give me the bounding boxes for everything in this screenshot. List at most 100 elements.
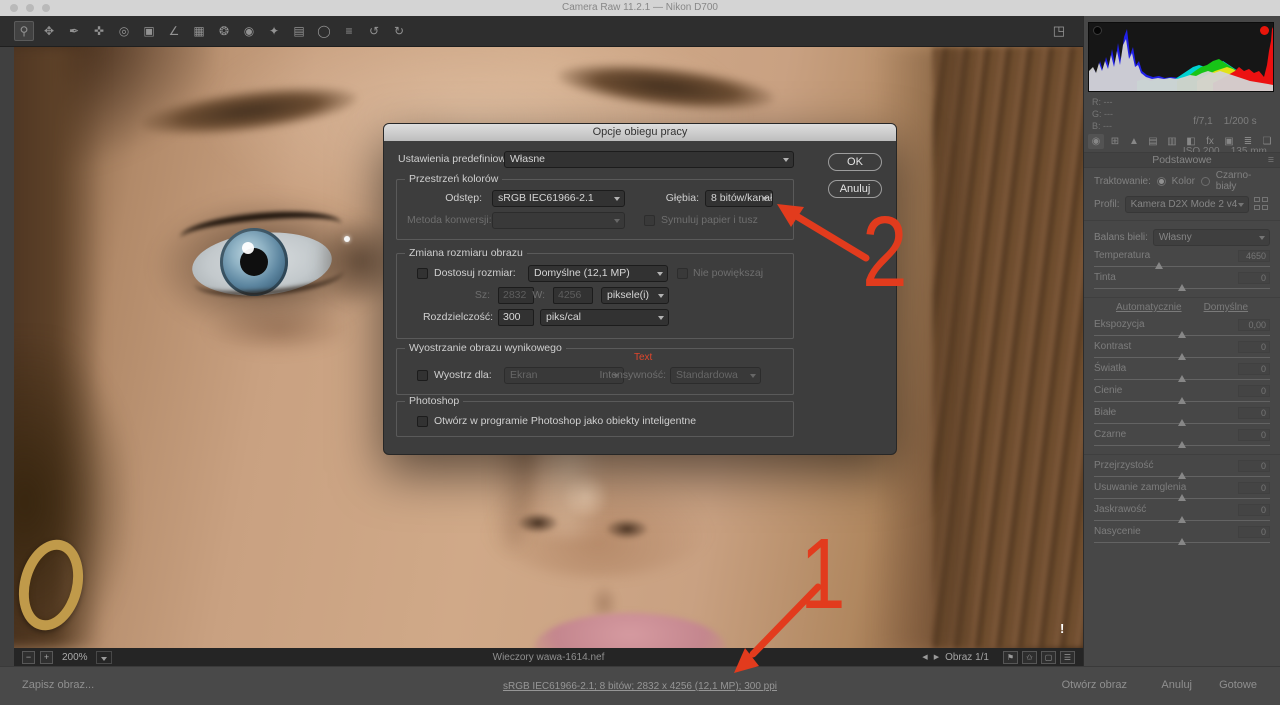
zoom-tool-icon[interactable]: ⚲: [14, 21, 34, 41]
histogram[interactable]: [1088, 22, 1274, 92]
fit-checkbox[interactable]: [417, 268, 428, 279]
transform-tool-icon[interactable]: ▦: [189, 21, 209, 41]
tab-calibration[interactable]: ▣: [1221, 134, 1237, 149]
cancel-button[interactable]: Anuluj: [1161, 679, 1192, 691]
minimize-window-icon[interactable]: [26, 4, 34, 12]
zoom-out-button[interactable]: −: [22, 651, 35, 664]
tab-detail[interactable]: ▲: [1126, 134, 1142, 149]
panel-menu-icon[interactable]: ≡: [1268, 153, 1274, 168]
slider-thumb[interactable]: [1178, 441, 1186, 448]
slider-value[interactable]: 0: [1238, 526, 1270, 538]
profile-dropdown[interactable]: Kamera D2X Mode 2 v4: [1125, 196, 1249, 213]
hand-tool-icon[interactable]: ✥: [39, 21, 59, 41]
slider-value[interactable]: 0: [1238, 504, 1270, 516]
tab-tone-curve[interactable]: ⊞: [1107, 134, 1123, 149]
slider-track[interactable]: [1094, 284, 1270, 293]
radial-filter-tool-icon[interactable]: ◯: [314, 21, 334, 41]
fit-dropdown[interactable]: Domyślne (12,1 MP): [528, 265, 668, 282]
workflow-options-link[interactable]: sRGB IEC61966-2.1; 8 bitów; 2832 x 4256 …: [503, 681, 777, 692]
slider-value[interactable]: 0: [1238, 482, 1270, 494]
resolution-field[interactable]: 300: [498, 309, 534, 326]
highlight-clipping-icon[interactable]: [1260, 26, 1269, 35]
mark-image-icon[interactable]: ⚑: [1003, 651, 1018, 664]
slider-thumb[interactable]: [1178, 331, 1186, 338]
slider-track[interactable]: [1094, 516, 1270, 525]
zoom-level-dropdown[interactable]: [96, 651, 112, 664]
slider-track[interactable]: [1094, 331, 1270, 340]
treatment-bw-label[interactable]: Czarno-biały: [1216, 170, 1270, 192]
straighten-tool-icon[interactable]: ∠: [164, 21, 184, 41]
default-link[interactable]: Domyślne: [1204, 302, 1248, 318]
label-icon[interactable]: ▢: [1041, 651, 1056, 664]
crop-tool-icon[interactable]: ▣: [139, 21, 159, 41]
slider-thumb[interactable]: [1178, 375, 1186, 382]
rotate-left-icon[interactable]: ↺: [364, 21, 384, 41]
slider-thumb[interactable]: [1178, 353, 1186, 360]
slider-thumb[interactable]: [1178, 494, 1186, 501]
slider-track[interactable]: [1094, 419, 1270, 428]
slider-track[interactable]: [1094, 262, 1270, 271]
filmstrip-settings-icon[interactable]: ☰: [1060, 651, 1075, 664]
space-dropdown[interactable]: sRGB IEC61966-2.1: [492, 190, 625, 207]
slider-value[interactable]: 0: [1238, 385, 1270, 397]
smart-objects-checkbox[interactable]: [417, 416, 428, 427]
tab-basic[interactable]: ◉: [1088, 134, 1104, 149]
slider-value[interactable]: 0: [1238, 460, 1270, 472]
slider-thumb[interactable]: [1178, 472, 1186, 479]
previous-image-icon[interactable]: ◀: [922, 653, 927, 661]
adjustment-brush-tool-icon[interactable]: ✦: [264, 21, 284, 41]
auto-link[interactable]: Automatycznie: [1116, 302, 1182, 318]
done-button[interactable]: Gotowe: [1219, 679, 1257, 691]
resolution-unit-dropdown[interactable]: piks/cal: [540, 309, 669, 326]
slider-thumb[interactable]: [1155, 262, 1163, 269]
toggle-fullscreen-icon[interactable]: ◳: [1053, 24, 1065, 38]
save-image-button[interactable]: Zapisz obraz...: [22, 679, 94, 691]
ok-button[interactable]: OK: [828, 153, 882, 171]
slider-value[interactable]: 0: [1238, 429, 1270, 441]
treatment-color-label[interactable]: Kolor: [1172, 176, 1195, 187]
profile-browser-icon[interactable]: [1254, 197, 1270, 211]
slider-track[interactable]: [1094, 353, 1270, 362]
open-image-button[interactable]: Otwórz obraz: [1062, 679, 1127, 691]
tab-snapshots[interactable]: ❏: [1259, 134, 1275, 149]
spot-removal-tool-icon[interactable]: ❂: [214, 21, 234, 41]
slider-thumb[interactable]: [1178, 538, 1186, 545]
close-window-icon[interactable]: [10, 4, 18, 12]
slider-track[interactable]: [1094, 441, 1270, 450]
sharpen-checkbox[interactable]: [417, 370, 428, 381]
dialog-cancel-button[interactable]: Anuluj: [828, 180, 882, 198]
zoom-in-button[interactable]: +: [40, 651, 53, 664]
targeted-adjustment-tool-icon[interactable]: ◎: [114, 21, 134, 41]
slider-thumb[interactable]: [1178, 397, 1186, 404]
slider-track[interactable]: [1094, 472, 1270, 481]
slider-value[interactable]: 0: [1238, 363, 1270, 375]
slider-thumb[interactable]: [1178, 284, 1186, 291]
depth-dropdown[interactable]: 8 bitów/kanał: [705, 190, 773, 207]
slider-thumb[interactable]: [1178, 516, 1186, 523]
slider-value[interactable]: 0: [1238, 341, 1270, 353]
maximize-window-icon[interactable]: [42, 4, 50, 12]
graduated-filter-tool-icon[interactable]: ▤: [289, 21, 309, 41]
rotate-right-icon[interactable]: ↻: [389, 21, 409, 41]
tab-lens-corrections[interactable]: ◧: [1183, 134, 1199, 149]
tab-hsl[interactable]: ▤: [1145, 134, 1161, 149]
slider-value[interactable]: 0,00: [1238, 319, 1270, 331]
slider-value[interactable]: 0: [1238, 407, 1270, 419]
preferences-icon[interactable]: ≡: [339, 21, 359, 41]
slider-track[interactable]: [1094, 538, 1270, 547]
white-balance-dropdown[interactable]: Własny: [1153, 229, 1270, 246]
color-sampler-tool-icon[interactable]: ✜: [89, 21, 109, 41]
treatment-bw-radio[interactable]: [1201, 177, 1210, 186]
slider-thumb[interactable]: [1178, 419, 1186, 426]
tab-effects[interactable]: fx: [1202, 134, 1218, 149]
slider-track[interactable]: [1094, 494, 1270, 503]
tab-presets[interactable]: ≣: [1240, 134, 1256, 149]
window-controls[interactable]: [10, 4, 50, 12]
treatment-color-radio[interactable]: [1157, 177, 1166, 186]
slider-track[interactable]: [1094, 375, 1270, 384]
slider-value[interactable]: 4650: [1238, 250, 1270, 262]
tab-split-toning[interactable]: ▥: [1164, 134, 1180, 149]
preset-dropdown[interactable]: Własne: [504, 151, 794, 168]
next-image-icon[interactable]: ▶: [934, 653, 939, 661]
slider-value[interactable]: 0: [1238, 272, 1270, 284]
